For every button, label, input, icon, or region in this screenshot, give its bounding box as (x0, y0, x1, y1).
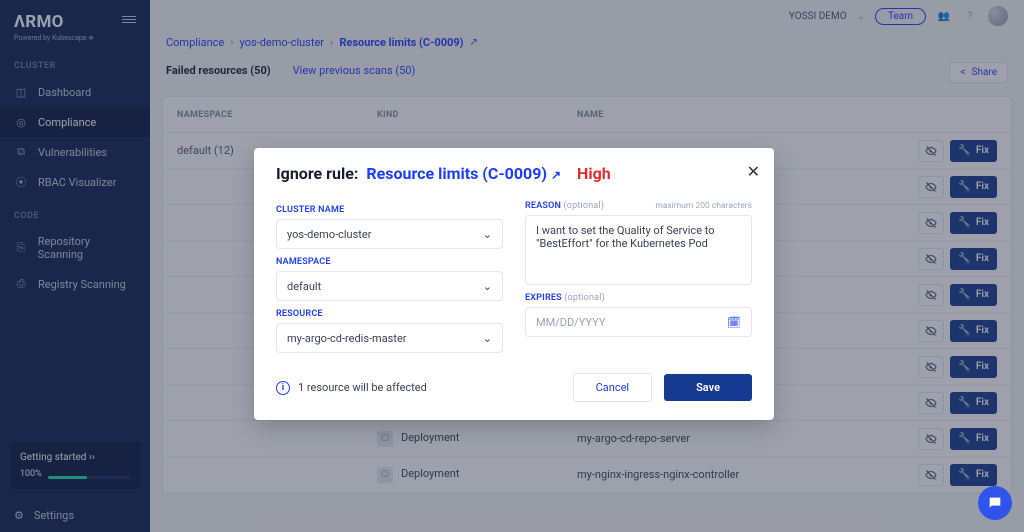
chevron-down-icon: ⌄ (483, 228, 492, 241)
chevron-down-icon: ⌄ (483, 280, 492, 293)
resource-label: RESOURCE (276, 309, 503, 319)
expires-input[interactable]: MM/DD/YYYY 🗓 (525, 307, 752, 337)
cluster-select[interactable]: yos-demo-cluster ⌄ (276, 219, 503, 249)
info-icon: i (276, 381, 290, 395)
cluster-name-label: CLUSTER NAME (276, 205, 503, 215)
modal-title: Ignore rule: Resource limits (C-0009) ↗ … (276, 164, 752, 183)
info-message: i 1 resource will be affected (276, 381, 427, 395)
namespace-select[interactable]: default ⌄ (276, 271, 503, 301)
control-link[interactable]: Resource limits (C-0009) ↗ (366, 164, 561, 183)
external-link-icon: ↗ (551, 168, 561, 182)
cancel-button[interactable]: Cancel (573, 373, 652, 402)
reason-label: REASON (optional) (525, 201, 604, 211)
ignore-rule-modal: ✕ Ignore rule: Resource limits (C-0009) … (254, 148, 774, 420)
calendar-icon: 🗓 (727, 316, 741, 329)
severity-badge: High (577, 164, 611, 183)
resource-select[interactable]: my-argo-cd-redis-master ⌄ (276, 323, 503, 353)
save-button[interactable]: Save (664, 374, 752, 401)
namespace-label: NAMESPACE (276, 257, 503, 267)
chat-widget[interactable] (978, 486, 1012, 520)
max-chars: maximum 200 characters (655, 201, 752, 211)
expires-label: EXPIRES (optional) (525, 293, 752, 303)
chevron-down-icon: ⌄ (483, 332, 492, 345)
close-icon[interactable]: ✕ (747, 162, 760, 181)
reason-input[interactable] (525, 215, 752, 285)
